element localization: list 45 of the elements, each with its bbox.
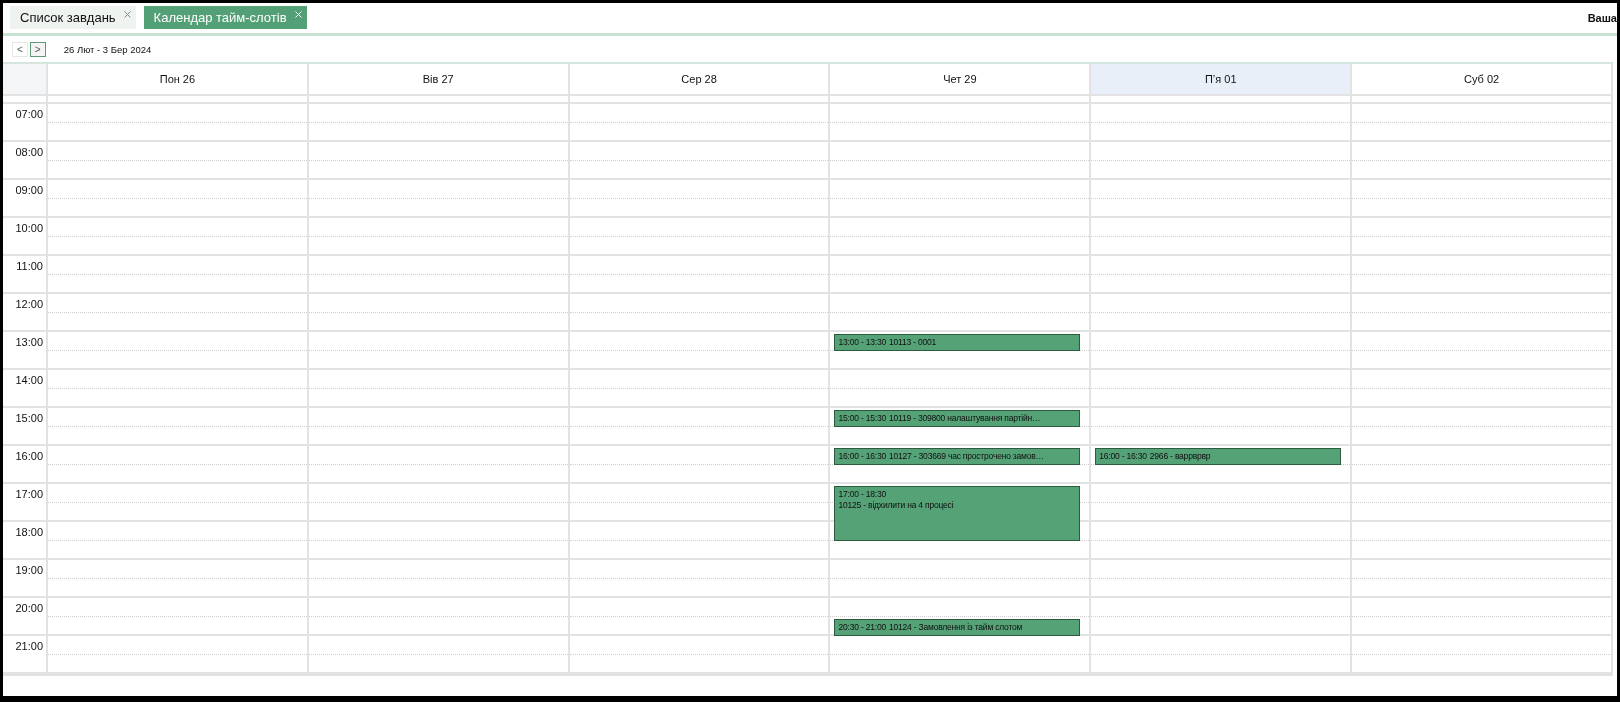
date-range: 26 Лют - 3 Бер 2024 (63, 43, 152, 55)
hour-label: 15:00 (15, 412, 43, 424)
event-block[interactable]: 16:00 - 16:30 10127 - 303669 час прострочено замов… (834, 448, 1081, 465)
event-time: 16:00 - 16:30 (1099, 451, 1147, 462)
event-time: 17:00 - 18:30 (838, 489, 887, 500)
event-block[interactable]: 13:00 - 13:30 10113 - 0001 (834, 334, 1081, 351)
hour-label: 07:00 (15, 108, 43, 120)
tab[interactable]: Список завдань (10, 6, 136, 29)
hour-label: 14:00 (15, 374, 43, 386)
event-title: 2966 - варрврвр (1149, 451, 1211, 462)
event-title: 10113 - 0001 (889, 337, 937, 348)
hour-label: 08:00 (15, 146, 43, 158)
event-title: 10127 - 303669 час прострочено замов… (889, 451, 1044, 462)
hour-label: 19:00 (15, 564, 43, 576)
hour-label: 12:00 (15, 298, 43, 310)
event-title: 10125 - відхилити на 4 процесі (838, 500, 955, 511)
event-block[interactable]: 15:00 - 15:30 10119 - 309800 налаштування партійн… (834, 410, 1081, 427)
event-time: 13:00 - 13:30 (838, 337, 886, 348)
day-header: Вів 27 (308, 64, 570, 94)
event-time: 15:00 - 15:30 (838, 413, 886, 424)
event-title: 10119 - 309800 налаштування партійн… (889, 413, 1041, 424)
hour-label: 09:00 (15, 184, 43, 196)
hour-label: 18:00 (15, 526, 43, 538)
day-header: Сер 28 (569, 64, 831, 94)
hour-label: 17:00 (15, 488, 43, 500)
event-block[interactable]: 17:00 - 18:30 10125 - відхилити на 4 процесі (834, 486, 1081, 541)
next-button[interactable]: > (29, 41, 46, 57)
close-icon[interactable] (123, 11, 131, 18)
event-block[interactable]: 16:00 - 16:30 2966 - варрврвр (1095, 448, 1342, 465)
user-label: Ваша (1587, 11, 1617, 24)
hour-label: 20:00 (15, 602, 43, 614)
hour-label: 21:00 (15, 640, 43, 652)
event-time: 20:30 - 21:00 (838, 622, 886, 633)
event-time: 16:00 - 16:30 (838, 451, 886, 462)
hour-label: 13:00 (15, 336, 43, 348)
event-block[interactable]: 20:30 - 21:00 10124 - Замовлення із тайм слотом (834, 619, 1081, 636)
day-header: П’я 01 (1091, 64, 1353, 94)
tab[interactable]: Календар тайм-слотів (143, 6, 307, 29)
previous-button[interactable]: < (12, 41, 28, 57)
day-header: Суб 02 (1352, 64, 1613, 94)
hour-label: 10:00 (15, 222, 43, 234)
hour-label: 16:00 (15, 450, 43, 462)
event-title: 10124 - Замовлення із тайм слотом (889, 622, 1023, 633)
hour-label: 11:00 (16, 260, 43, 272)
day-header: Пон 26 (48, 64, 309, 94)
